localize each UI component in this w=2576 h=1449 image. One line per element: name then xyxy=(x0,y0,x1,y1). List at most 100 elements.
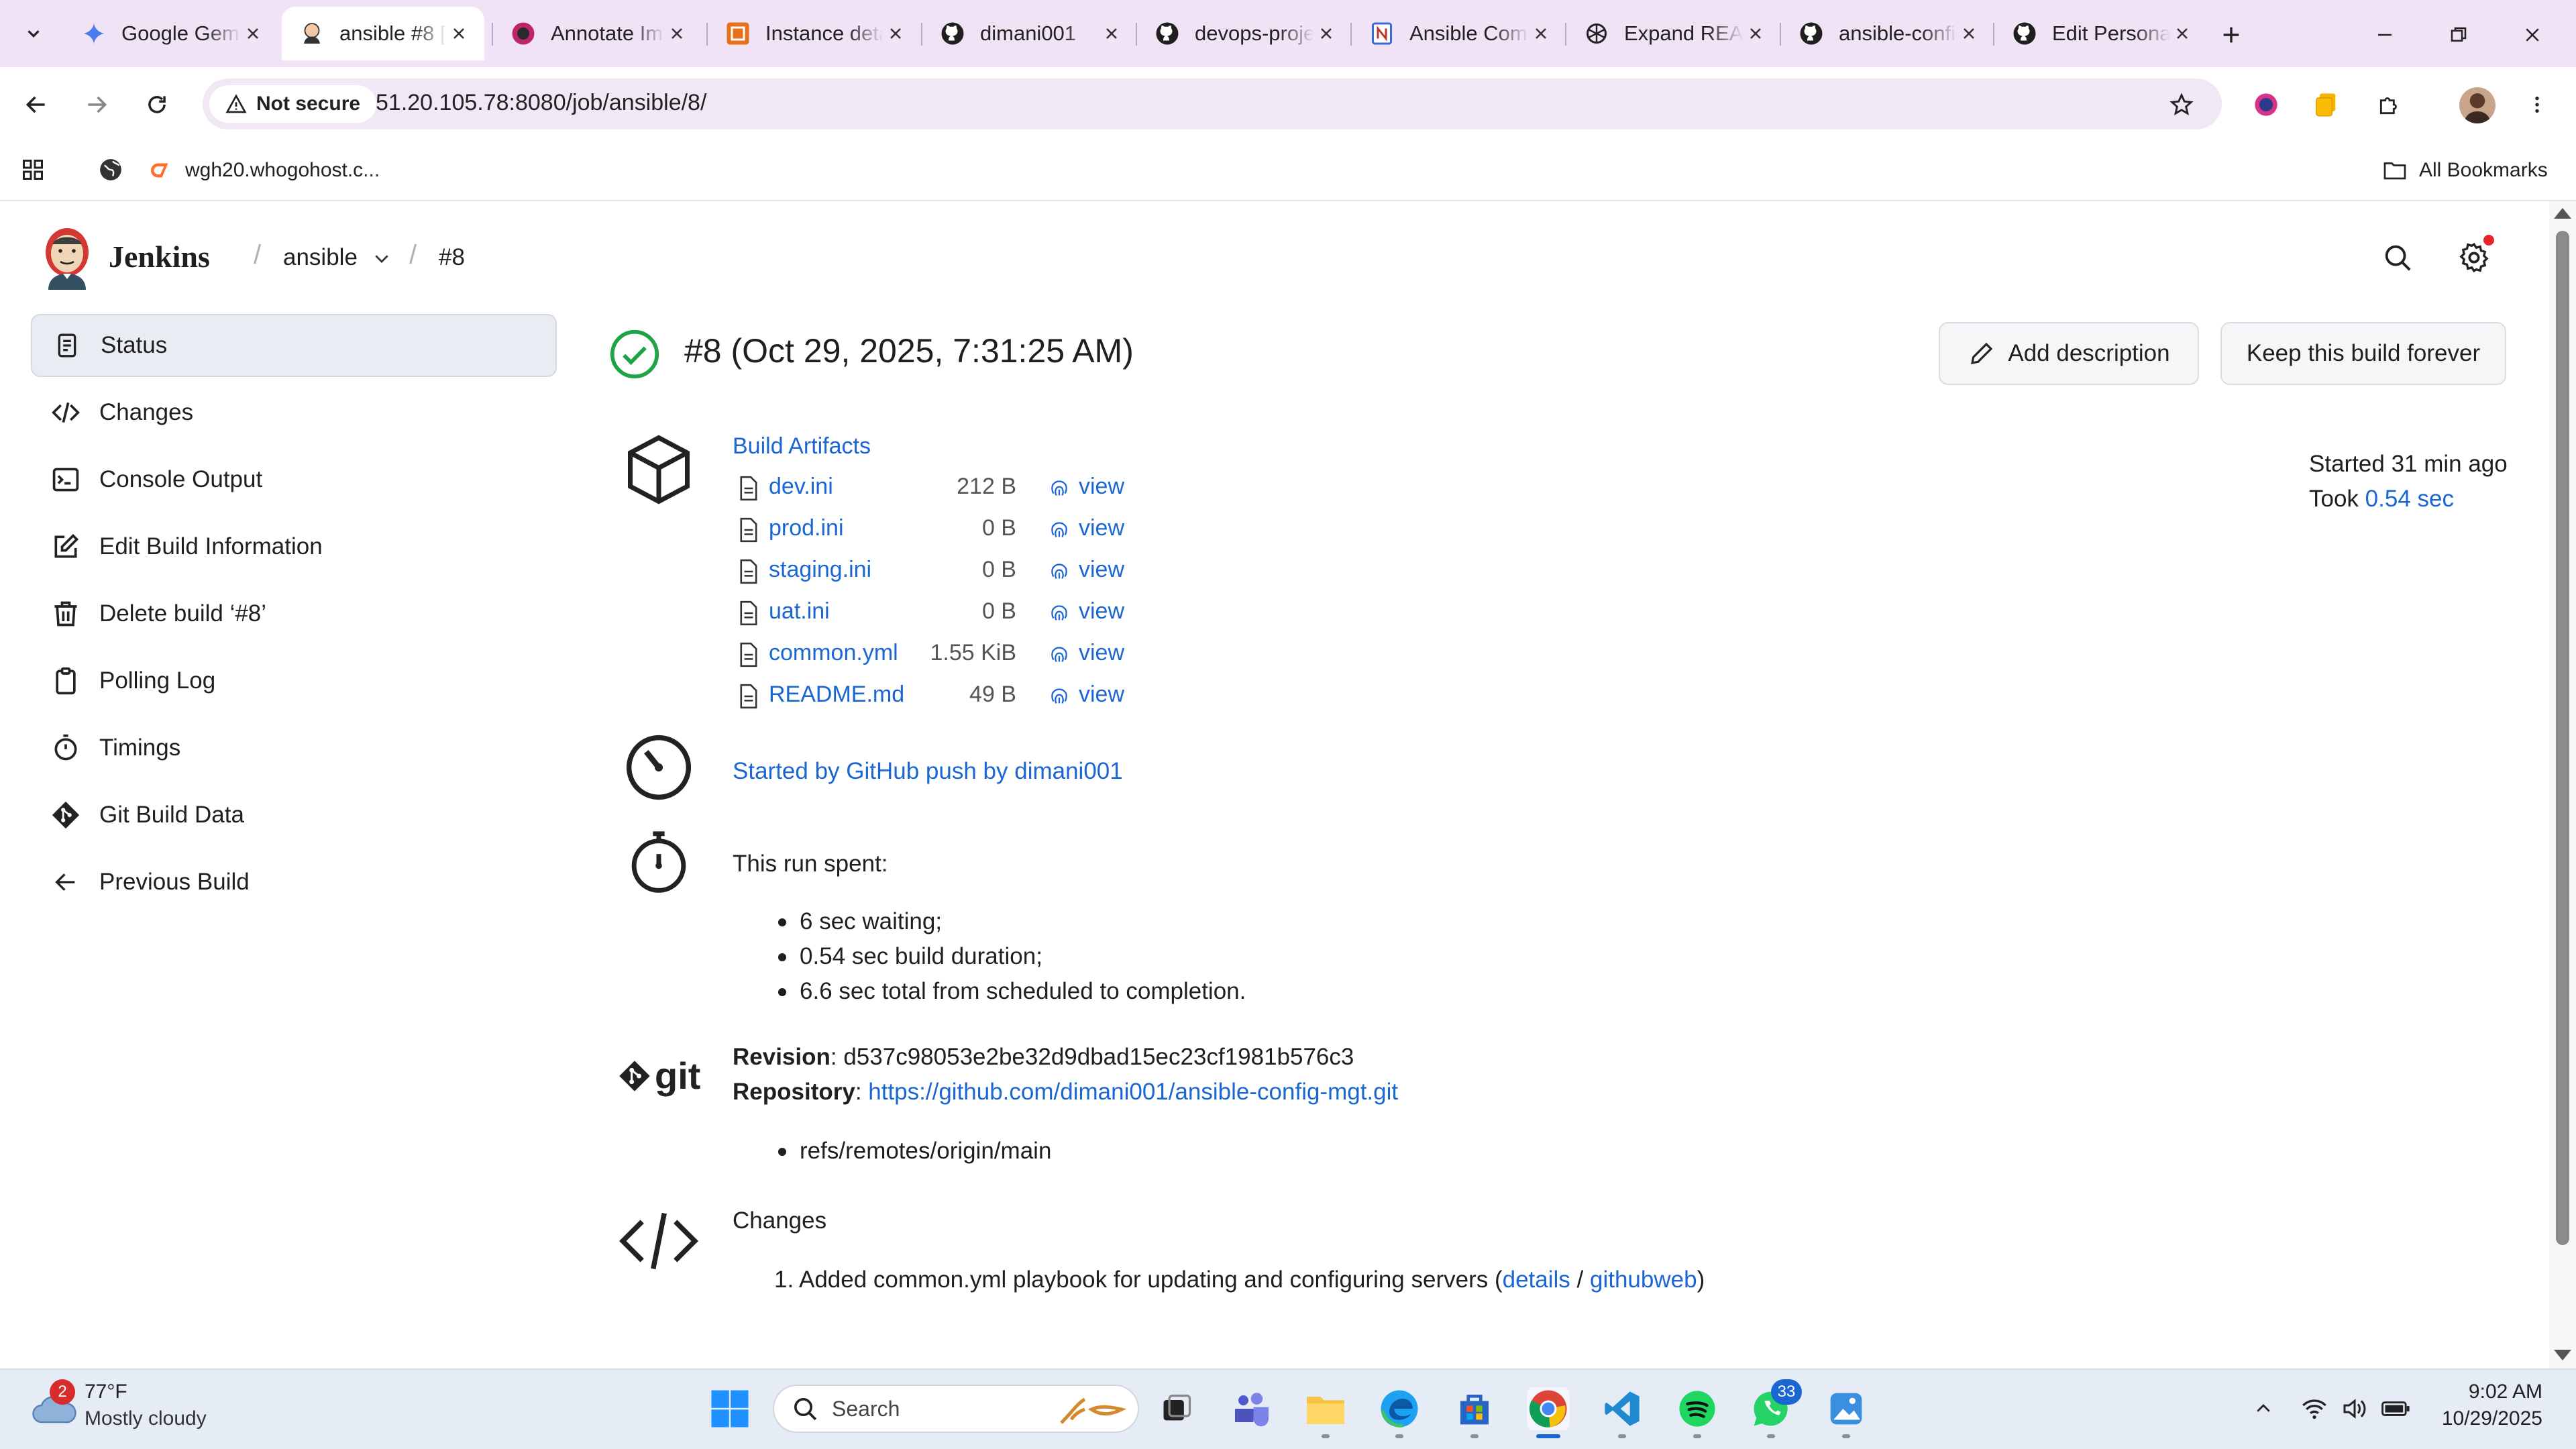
change-githubweb-link[interactable]: githubweb xyxy=(1590,1267,1697,1293)
all-bookmarks-button[interactable]: All Bookmarks xyxy=(2381,154,2548,186)
apps-button[interactable] xyxy=(16,153,50,186)
artifact-view-link[interactable]: view xyxy=(1079,474,1124,500)
tray-battery[interactable] xyxy=(2379,1391,2414,1426)
taskbar-file-explorer[interactable] xyxy=(1304,1387,1347,1430)
extensions-menu-button[interactable] xyxy=(2372,87,2407,122)
breadcrumb-dropdown[interactable] xyxy=(368,244,396,272)
sidebar-item-status[interactable]: Status xyxy=(31,314,557,377)
extension-button[interactable] xyxy=(2309,87,2344,122)
artifact-name-link[interactable]: dev.ini xyxy=(769,474,833,500)
browser-menu-button[interactable] xyxy=(2524,87,2551,122)
site-security-chip[interactable]: Not secure xyxy=(209,85,377,123)
browser-tab-active[interactable]: ansible #8 [Jenkins] xyxy=(282,7,484,60)
taskbar-edge[interactable] xyxy=(1378,1387,1421,1430)
artifact-name-link[interactable]: uat.ini xyxy=(769,598,830,625)
teams-icon xyxy=(1235,1393,1269,1427)
taskbar-teams[interactable] xyxy=(1230,1387,1273,1430)
change-details-link[interactable]: details xyxy=(1503,1267,1570,1293)
repository-link[interactable]: https://github.com/dimani001/ansible-con… xyxy=(868,1079,1398,1105)
tray-wifi[interactable] xyxy=(2298,1391,2330,1426)
minimize-button[interactable] xyxy=(2355,17,2415,52)
artifact-name-link[interactable]: README.md xyxy=(769,682,904,708)
taskbar-photos[interactable] xyxy=(1825,1387,1868,1430)
browser-tab[interactable]: Ansible Community xyxy=(1352,7,1566,60)
add-description-button[interactable]: Add description xyxy=(1939,322,2199,385)
artifact-view-link[interactable]: view xyxy=(1079,515,1124,541)
sidebar-item-edit-build-information[interactable]: Edit Build Information xyxy=(31,515,557,578)
artifact-view-link[interactable]: view xyxy=(1079,640,1124,666)
sidebar-item-timings[interactable]: Timings xyxy=(31,716,557,780)
forward-button[interactable] xyxy=(79,87,114,122)
close-icon[interactable] xyxy=(2170,21,2194,46)
artifact-name-link[interactable]: prod.ini xyxy=(769,515,844,541)
taskbar-spotify[interactable] xyxy=(1676,1387,1719,1430)
sidebar-item-git-build-data[interactable]: Git Build Data xyxy=(31,784,557,847)
artifact-view-link[interactable]: view xyxy=(1079,598,1124,625)
taskbar-task-view[interactable] xyxy=(1155,1387,1198,1430)
jenkins-search-button[interactable] xyxy=(2379,239,2416,276)
build-duration: Took 0.54 sec xyxy=(2309,486,2454,513)
taskbar-chrome[interactable] xyxy=(1527,1387,1570,1430)
sidebar-item-delete-build[interactable]: Delete build ‘#8’ xyxy=(31,582,557,645)
artifact-view-link[interactable]: view xyxy=(1079,682,1124,708)
bookmark-item[interactable]: wgh20.whogohost.c... xyxy=(149,154,380,186)
restore-button[interactable] xyxy=(2428,17,2489,52)
taskbar-vscode[interactable] xyxy=(1601,1387,1644,1430)
bullet xyxy=(778,1148,786,1156)
browser-tab[interactable]: Expand README xyxy=(1566,7,1781,60)
start-button[interactable] xyxy=(708,1387,751,1430)
tray-volume[interactable] xyxy=(2339,1391,2371,1426)
breadcrumb-build[interactable]: #8 xyxy=(439,244,465,271)
url-text[interactable]: 51.20.105.78:8080/job/ansible/8/ xyxy=(376,90,706,116)
browser-tab[interactable]: devops-projects xyxy=(1137,7,1352,60)
taskbar-store[interactable] xyxy=(1453,1387,1496,1430)
breadcrumb-job[interactable]: ansible xyxy=(283,244,358,271)
clock-time[interactable]: 9:02 AM xyxy=(2442,1381,2542,1403)
clock-date[interactable]: 10/29/2025 xyxy=(2428,1407,2542,1430)
close-icon[interactable] xyxy=(447,21,471,46)
bookmark-star-button[interactable] xyxy=(2164,87,2199,122)
browser-tab[interactable]: Annotate Image xyxy=(493,7,702,60)
sidebar-item-polling-log[interactable]: Polling Log xyxy=(31,649,557,712)
taskbar-search[interactable]: Search xyxy=(773,1385,1139,1433)
close-icon[interactable] xyxy=(241,21,265,46)
close-icon[interactable] xyxy=(1743,21,1768,46)
bookmark-globe[interactable] xyxy=(94,153,127,186)
jenkins-brand[interactable]: Jenkins xyxy=(109,239,210,274)
browser-tab[interactable]: Instance details xyxy=(708,7,921,60)
scrollbar-thumb[interactable] xyxy=(2556,231,2569,1245)
weather-widget[interactable]: 2 xyxy=(24,1379,91,1433)
artifact-name-link[interactable]: common.yml xyxy=(769,640,898,666)
artifact-name-link[interactable]: staging.ini xyxy=(769,557,871,583)
close-icon[interactable] xyxy=(1957,21,1981,46)
took-value-link[interactable]: 0.54 sec xyxy=(2365,486,2454,512)
close-icon[interactable] xyxy=(1529,21,1553,46)
browser-tab[interactable]: dimani001 xyxy=(922,7,1137,60)
browser-tab[interactable]: Edit Personal xyxy=(1994,7,2208,60)
jenkins-logo[interactable] xyxy=(40,225,94,290)
browser-tab[interactable]: ansible-config-mgt xyxy=(1781,7,1994,60)
scroll-down-icon[interactable] xyxy=(2554,1350,2571,1360)
weather-temp: 77°F xyxy=(85,1381,127,1403)
artifact-view-link[interactable]: view xyxy=(1079,557,1124,583)
close-icon[interactable] xyxy=(665,21,689,46)
extension-button[interactable] xyxy=(2249,87,2284,122)
tab-search-button[interactable] xyxy=(15,19,52,48)
close-icon[interactable] xyxy=(1314,21,1338,46)
sidebar-item-previous-build[interactable]: Previous Build xyxy=(31,851,557,914)
close-icon[interactable] xyxy=(883,21,908,46)
tray-overflow-button[interactable] xyxy=(2247,1391,2279,1426)
sidebar-item-console-output[interactable]: Console Output xyxy=(31,448,557,511)
browser-tab[interactable]: Google Gemini xyxy=(64,7,278,60)
profile-avatar[interactable] xyxy=(2459,87,2496,123)
back-button[interactable] xyxy=(19,87,54,122)
build-artifacts-link[interactable]: Build Artifacts xyxy=(733,433,871,459)
keep-build-forever-button[interactable]: Keep this build forever xyxy=(2220,322,2506,385)
reload-button[interactable] xyxy=(140,87,174,122)
sidebar-item-changes[interactable]: Changes xyxy=(31,381,557,444)
close-window-button[interactable] xyxy=(2502,17,2563,52)
scroll-up-icon[interactable] xyxy=(2554,208,2571,219)
new-tab-button[interactable] xyxy=(2214,17,2249,52)
close-icon[interactable] xyxy=(1099,21,1124,46)
started-by-link[interactable]: Started by GitHub push by dimani001 xyxy=(733,758,1123,784)
